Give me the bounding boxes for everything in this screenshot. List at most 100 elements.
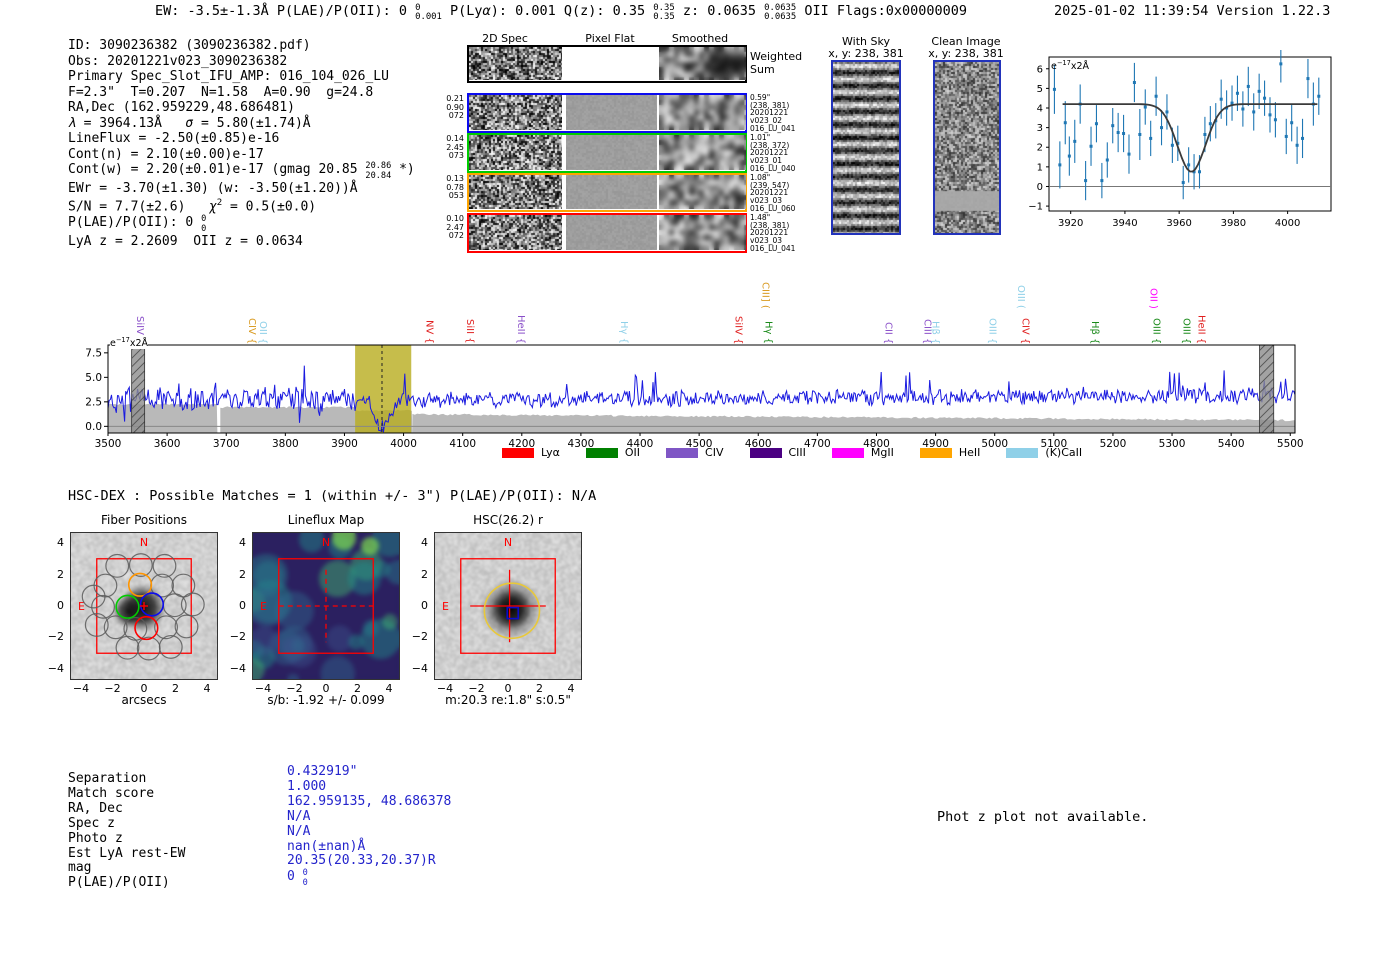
table-row-label: Spec z xyxy=(68,815,115,831)
map-bottom-hsc: m:20.3 re:1.8" s:0.5" xyxy=(445,693,571,707)
svg-text:0: 0 xyxy=(1037,182,1043,193)
svg-text:2: 2 xyxy=(1037,143,1043,154)
spec2d-row xyxy=(467,173,747,212)
svg-text:3900: 3900 xyxy=(331,438,358,450)
legend-item: HeII xyxy=(919,446,980,459)
svg-text:4100: 4100 xyxy=(449,438,476,450)
svg-text:5300: 5300 xyxy=(1159,438,1186,450)
table-row-value: 20.35(20.33,20.37)R xyxy=(287,853,436,869)
map-ytick: 4 xyxy=(57,536,64,550)
emission-line-label: OIII { xyxy=(1179,272,1193,344)
spec2d-row xyxy=(467,133,747,173)
svg-text:4000: 4000 xyxy=(390,438,417,450)
table-row-value: N/A xyxy=(287,823,311,839)
pixel-flat-cell xyxy=(566,215,657,250)
pixel-flat-cell xyxy=(566,47,657,80)
emission-line-label: CIV { xyxy=(1018,272,1032,344)
smoothed-cell xyxy=(659,135,746,170)
weighted-sum-label: Weighted Sum xyxy=(750,50,803,76)
spec2d-cell xyxy=(469,135,562,170)
stat-line: 073 xyxy=(448,151,464,161)
pixel-flat-cell xyxy=(566,175,657,209)
map-ytick: 2 xyxy=(239,567,246,581)
legend-item: Lyα xyxy=(502,446,560,459)
map-ytick: 4 xyxy=(421,536,428,550)
emission-line-label: OII { xyxy=(255,272,269,344)
legend-label: CIII xyxy=(788,446,806,459)
table-row-value: 1.000 xyxy=(287,778,327,794)
meta-line: 016_LU_060 xyxy=(750,203,796,213)
table-row-label: Photo z xyxy=(68,830,123,846)
stat-line: 053 xyxy=(448,191,464,201)
smoothed-cell xyxy=(659,95,746,130)
emission-line-label: SiII { xyxy=(463,272,477,344)
map-bottom-lineflux: s/b: -1.92 +/- 0.099 xyxy=(267,693,385,707)
table-row-label: Separation xyxy=(68,771,147,786)
with-sky-title: With Sky x, y: 238, 381 xyxy=(828,35,904,60)
svg-text:N: N xyxy=(504,536,512,549)
spec2d-row-right-meta: 1.08" (239, 547) 20201221 v023_03 016_LU_060 xyxy=(750,174,795,213)
emission-line-label: HeII { xyxy=(514,272,528,344)
svg-text:3: 3 xyxy=(1037,123,1043,134)
stat-line: 072 xyxy=(448,231,464,241)
spec2d-row xyxy=(467,45,747,83)
legend-label: (K)CaII xyxy=(1045,446,1083,459)
legend-label: Lyα xyxy=(541,446,560,459)
legend-swatch xyxy=(502,447,534,458)
spec2d-row-right-meta: 1.01" (238, 372) 20201221 v023_01 016_LU_040 xyxy=(750,134,795,173)
svg-text:5: 5 xyxy=(1037,84,1043,95)
match-table-labels: Separation Match score RA, Dec Spec z Photo … xyxy=(68,771,186,891)
emission-line-label: SiIV { xyxy=(731,272,745,344)
map-ytick: −2 xyxy=(229,630,246,644)
svg-text:−1: −1 xyxy=(1028,202,1043,213)
map-ytick: −4 xyxy=(411,661,428,675)
smoothed-cell xyxy=(659,215,746,250)
smoothed-cell xyxy=(659,175,746,209)
svg-text:N: N xyxy=(140,536,148,549)
emission-line-label: HeII { xyxy=(1194,272,1208,344)
svg-text:5400: 5400 xyxy=(1218,438,1245,450)
svg-text:3700: 3700 xyxy=(213,438,240,450)
table-row-label: Est LyA rest-EW xyxy=(68,845,186,861)
emission-line-label: NV { xyxy=(422,272,436,344)
map-ytick: 0 xyxy=(239,599,246,612)
map-overlay-lineflux: NE xyxy=(260,536,374,654)
pixel-flat-cell xyxy=(566,95,657,130)
svg-text:3940: 3940 xyxy=(1112,218,1137,229)
map-ytick: −4 xyxy=(47,661,64,675)
table-row-value: nan(±nan)Å xyxy=(287,838,366,854)
map-ytick: 2 xyxy=(421,567,428,581)
svg-text:7.5: 7.5 xyxy=(85,347,102,359)
legend-item: CIII xyxy=(749,446,806,459)
svg-text:3500: 3500 xyxy=(95,438,122,450)
emission-line-label: Hγ { xyxy=(761,272,775,344)
smoothed-cell xyxy=(659,47,746,80)
legend-swatch xyxy=(1006,447,1039,458)
map-overlay-hsc: NE xyxy=(442,536,556,654)
spectrum-units-label: e−17x2Å xyxy=(110,336,149,350)
map-ytick: 2 xyxy=(57,567,64,581)
emission-line-label: CII { xyxy=(881,272,895,344)
match-table-values: 0.432919" 1.000 162.959135, 48.686378 N/A N/… xyxy=(287,764,451,888)
table-row-value: 0 00 xyxy=(287,868,308,888)
emission-line-label: Hβ { xyxy=(1087,272,1101,344)
legend-label: CIV xyxy=(705,446,724,459)
spec2d-row xyxy=(467,93,747,133)
legend-item: MgII xyxy=(831,446,894,459)
svg-text:5.0: 5.0 xyxy=(85,372,102,384)
legend-swatch xyxy=(919,447,952,458)
pixel-flat-cell xyxy=(566,135,657,170)
svg-text:5500: 5500 xyxy=(1277,438,1304,450)
legend-swatch xyxy=(749,447,782,458)
map-ytick: −2 xyxy=(411,630,428,644)
svg-text:1: 1 xyxy=(1037,162,1043,173)
map-ytick: 4 xyxy=(239,536,246,550)
legend-swatch xyxy=(831,447,864,458)
legend-label: MgII xyxy=(870,446,894,459)
svg-text:3600: 3600 xyxy=(154,438,181,450)
spec2d-row xyxy=(467,213,747,253)
svg-text:E: E xyxy=(260,600,267,613)
emission-line-label: OIII { xyxy=(1149,272,1163,344)
header-datetime-version: 2025-01-02 11:39:54 Version 1.22.3 xyxy=(1054,3,1331,19)
meta-line: 016_LU_040 xyxy=(750,163,796,173)
